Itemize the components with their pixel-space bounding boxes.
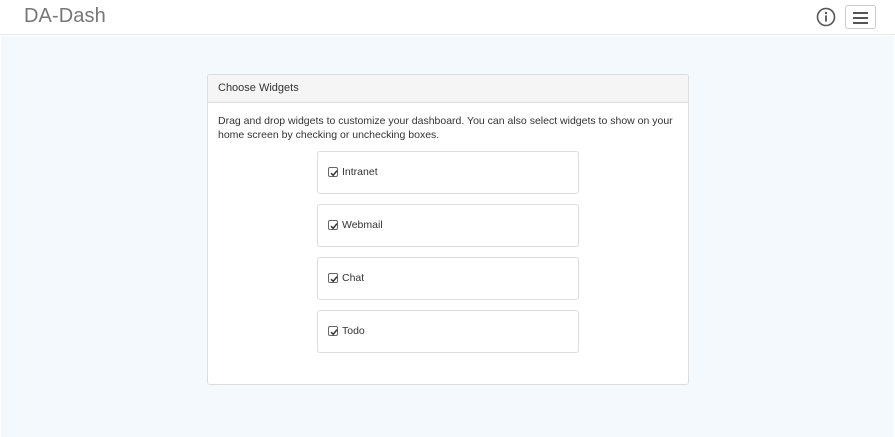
panel-heading: Choose Widgets bbox=[208, 75, 688, 103]
widget-label: Chat bbox=[342, 272, 365, 284]
checkmark-icon bbox=[330, 223, 338, 230]
menu-bar-bottom bbox=[853, 22, 868, 24]
info-icon[interactable] bbox=[816, 7, 836, 27]
widget-item-webmail[interactable]: Webmail bbox=[317, 204, 579, 247]
hamburger-menu-button[interactable] bbox=[845, 5, 876, 29]
widget-checkbox-chat[interactable] bbox=[328, 273, 338, 283]
widget-item-intranet[interactable]: Intranet bbox=[317, 151, 579, 194]
choose-widgets-panel: Choose Widgets Drag and drop widgets to … bbox=[207, 74, 689, 385]
brand-title[interactable]: DA-Dash bbox=[24, 5, 106, 28]
checkmark-icon bbox=[330, 276, 338, 283]
checkmark-icon bbox=[330, 329, 338, 336]
widget-checkbox-webmail[interactable] bbox=[328, 220, 338, 230]
panel-description: Drag and drop widgets to customize your … bbox=[218, 115, 673, 141]
top-navbar: DA-Dash bbox=[0, 0, 895, 35]
menu-bar-middle bbox=[853, 17, 868, 19]
menu-bar-top bbox=[853, 12, 868, 14]
widget-item-chat[interactable]: Chat bbox=[317, 257, 579, 300]
widget-label: Intranet bbox=[342, 166, 378, 178]
checkmark-icon bbox=[330, 170, 338, 177]
widget-label: Todo bbox=[342, 325, 365, 337]
widget-item-todo[interactable]: Todo bbox=[317, 310, 579, 353]
widget-label: Webmail bbox=[342, 219, 383, 231]
widget-checkbox-todo[interactable] bbox=[328, 326, 338, 336]
widget-checkbox-intranet[interactable] bbox=[328, 167, 338, 177]
